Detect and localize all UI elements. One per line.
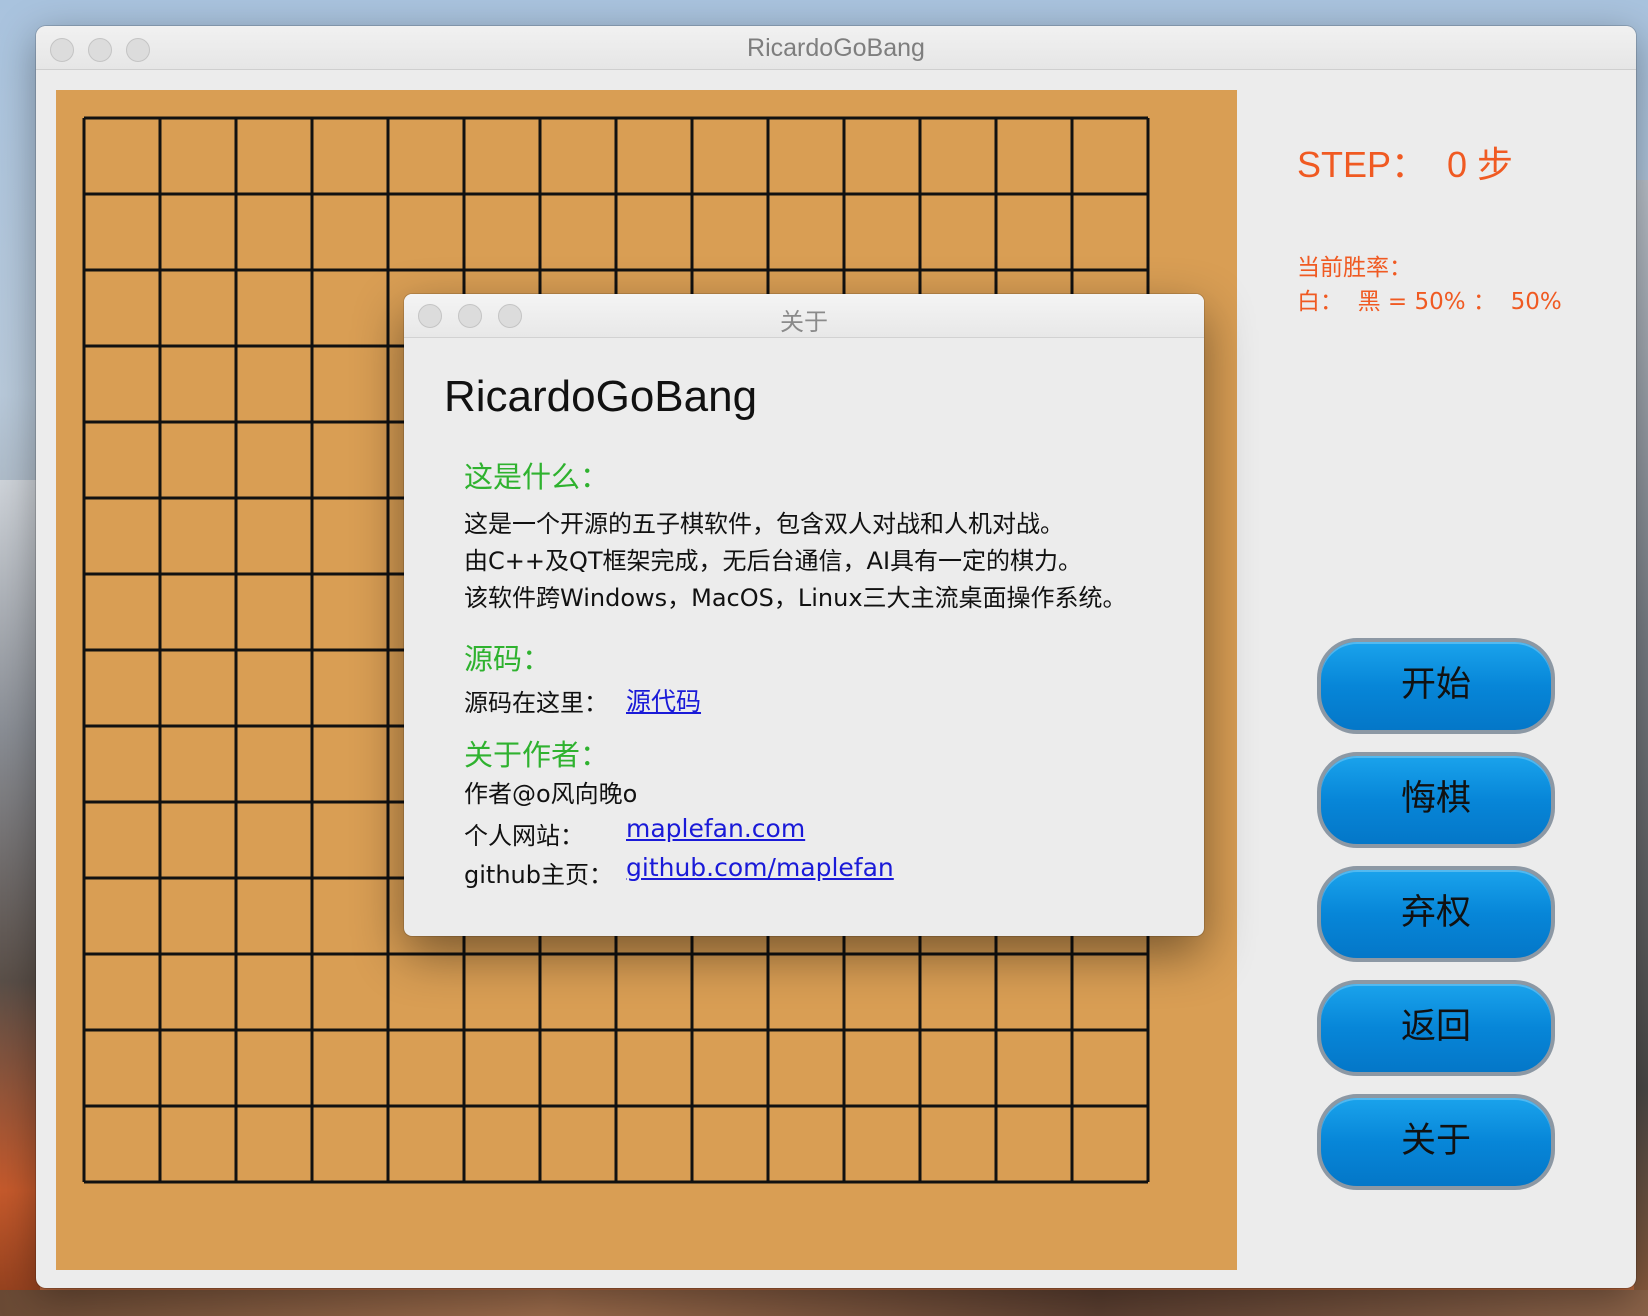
source-heading: 源码： xyxy=(464,642,552,676)
window-titlebar[interactable]: RicardoGoBang xyxy=(36,26,1636,70)
github-label: github主页： xyxy=(464,861,613,889)
about-app-name: RicardoGoBang xyxy=(444,372,758,421)
about-button[interactable]: 关于 xyxy=(1317,1094,1555,1190)
author-heading: 关于作者： xyxy=(464,738,610,772)
what-line: 由C++及QT框架完成，无后台通信，AI具有一定的棋力。 xyxy=(464,547,1083,575)
what-heading: 这是什么： xyxy=(464,460,610,494)
step-counter: STEP： 0 步 xyxy=(1297,144,1514,185)
author-name: 作者@o风向晚o xyxy=(464,780,638,808)
desktop-background-left xyxy=(0,480,40,1316)
winrate-value: 白： 黑 = 50% ： 50% xyxy=(1297,289,1562,315)
winrate-title: 当前胜率： xyxy=(1297,255,1412,281)
source-code-link[interactable]: 源代码 xyxy=(626,682,701,718)
resign-button[interactable]: 弃权 xyxy=(1317,866,1555,962)
desktop-background-right xyxy=(1634,180,1648,1316)
window-title: RicardoGoBang xyxy=(747,34,925,62)
github-link[interactable]: github.com/maplefan xyxy=(626,853,894,882)
start-button[interactable]: 开始 xyxy=(1317,638,1555,734)
dialog-title: 关于 xyxy=(780,308,828,336)
website-link[interactable]: maplefan.com xyxy=(626,814,805,843)
about-dialog: 关于 RicardoGoBang 这是什么： 这是一个开源的五子棋软件，包含双人… xyxy=(404,294,1204,936)
what-line: 该软件跨Windows，MacOS，Linux三大主流桌面操作系统。 xyxy=(464,584,1127,612)
undo-button[interactable]: 悔棋 xyxy=(1317,752,1555,848)
what-line: 这是一个开源的五子棋软件，包含双人对战和人机对战。 xyxy=(464,510,1064,538)
website-label: 个人网站： xyxy=(464,822,584,850)
desktop-background-bottom xyxy=(0,1290,1648,1316)
back-button[interactable]: 返回 xyxy=(1317,980,1555,1076)
dialog-titlebar[interactable]: 关于 xyxy=(404,294,1204,338)
source-label: 源码在这里： xyxy=(464,689,608,717)
